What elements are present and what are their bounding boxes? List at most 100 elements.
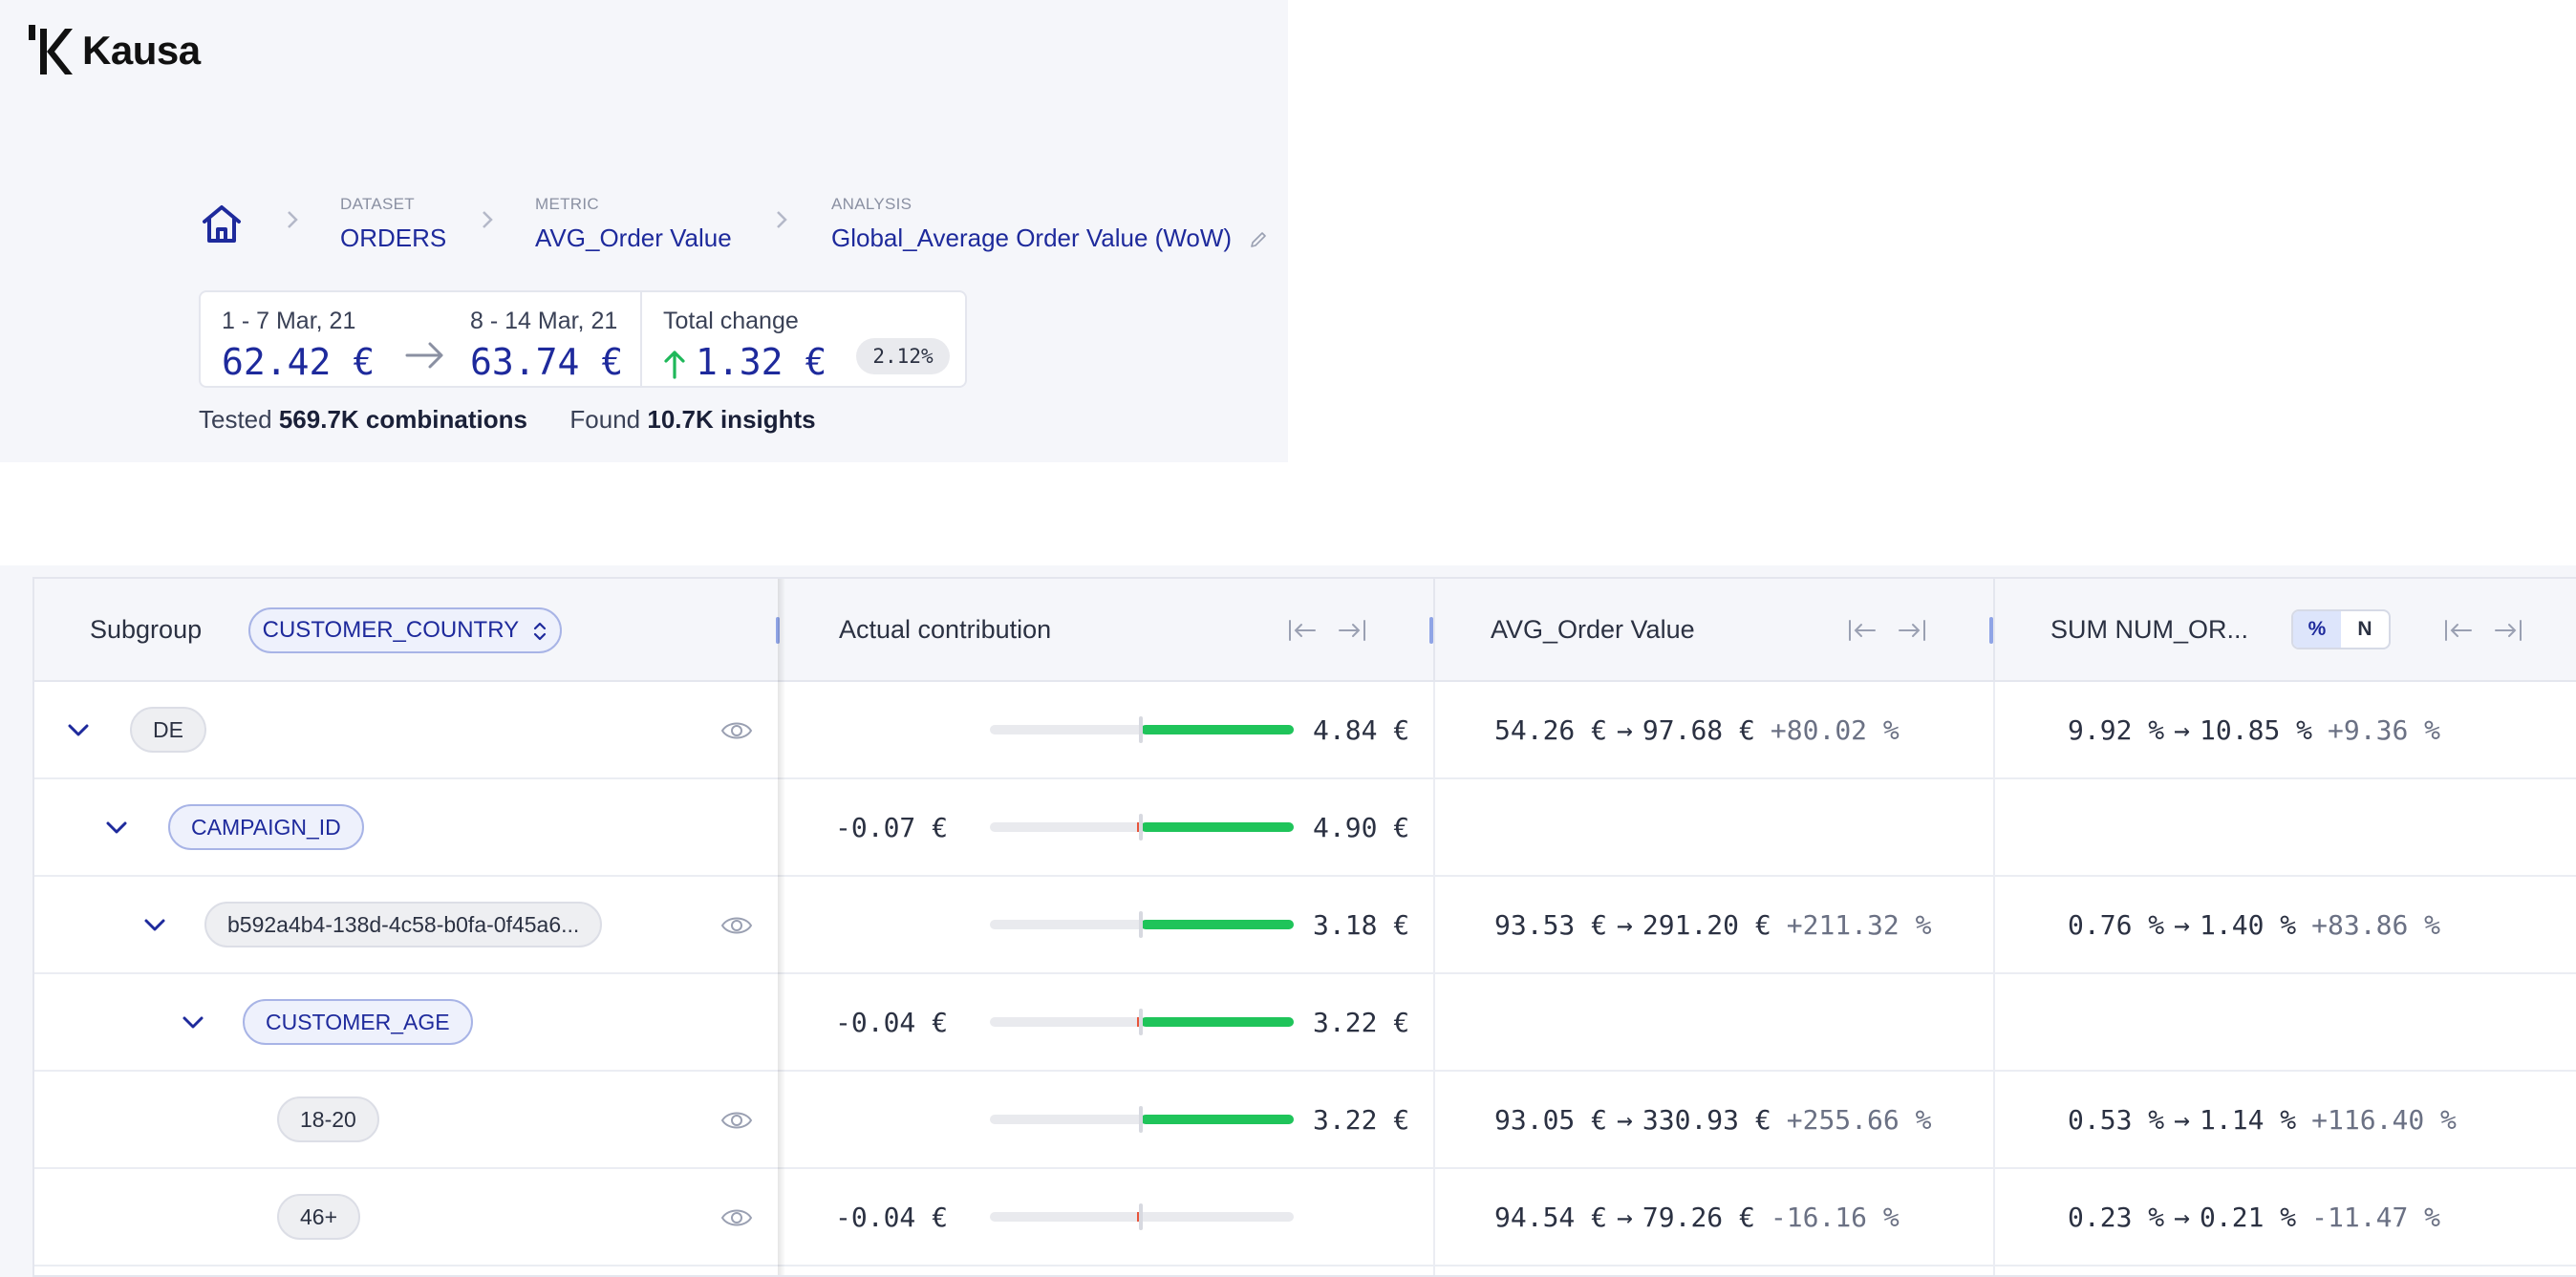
total-change-value: 1.32 €	[696, 341, 827, 383]
crumb-dataset-label: DATASET	[340, 195, 415, 213]
aov-cell-change: +80.02 %	[1770, 714, 1900, 746]
arrow-right-icon: →	[2174, 714, 2191, 746]
home-icon[interactable]	[199, 201, 245, 246]
header-panel: Kausa DATASET ORDERS METRIC AVG_Order Va…	[0, 0, 1288, 462]
crumb-dataset[interactable]: DATASET ORDERS	[340, 195, 446, 253]
chevron-down-icon[interactable]	[63, 714, 94, 745]
column-collapse-icons[interactable]	[1846, 615, 1928, 646]
dimension-tag[interactable]: CUSTOMER_AGE	[243, 999, 473, 1045]
orders-cell-to: 0.21 %	[2200, 1202, 2297, 1233]
contribution-positive-value: 4.84 €	[1313, 714, 1410, 746]
sticky-column-shadow	[778, 579, 785, 1275]
eye-icon[interactable]	[720, 1203, 753, 1232]
orders-cell-change: -11.47 %	[2311, 1202, 2441, 1233]
column-title-orders: SUM NUM_OR...	[2050, 615, 2249, 644]
period-2-label: 8 - 14 Mar, 21	[470, 308, 618, 334]
contribution-positive-value: 3.22 €	[1313, 1104, 1410, 1136]
card-divider	[640, 292, 642, 386]
group-by-select[interactable]: CUSTOMER_COUNTRY	[248, 607, 562, 653]
found-value: 10.7K insights	[647, 405, 816, 434]
app-name: Kausa	[82, 28, 201, 73]
contribution-bar-zero-marker	[1139, 1106, 1143, 1133]
arrow-right-icon: →	[2174, 909, 2191, 941]
collapse-right-icon[interactable]	[2495, 620, 2522, 641]
table-row[interactable]: 18-20 3.22 € 93.05 € → 330.93 € +255.66 % 0.53…	[34, 1072, 2576, 1169]
tested-prefix: Tested	[199, 405, 272, 434]
toggle-percent[interactable]: %	[2293, 611, 2341, 648]
column-title-contribution: Actual contribution	[839, 615, 1052, 644]
collapse-left-icon[interactable]	[1849, 620, 1876, 641]
crumb-metric-value[interactable]: AVG_Order Value	[535, 223, 732, 253]
aov-cell-from: 93.05 €	[1494, 1104, 1608, 1136]
collapse-right-icon[interactable]	[1339, 620, 1365, 641]
table-row[interactable]: 46+ -0.04 € 94.54 € → 79.26 € -16.16 % 0.23 % →…	[34, 1169, 2576, 1266]
crumb-metric[interactable]: METRIC AVG_Order Value	[535, 195, 732, 253]
segment-value-tag[interactable]: 46+	[277, 1194, 361, 1240]
chevron-right-icon	[483, 211, 493, 228]
sort-updown-icon	[534, 622, 547, 640]
eye-icon[interactable]	[720, 1106, 753, 1135]
crumb-dataset-value[interactable]: ORDERS	[340, 223, 446, 253]
column-collapse-icons[interactable]	[1286, 615, 1368, 646]
column-title-subgroup: Subgroup	[90, 615, 203, 644]
eye-icon[interactable]	[720, 911, 753, 940]
total-change-label: Total change	[663, 308, 799, 334]
chevron-down-icon[interactable]	[101, 812, 132, 842]
segment-value-tag[interactable]: 18-20	[277, 1096, 379, 1142]
collapse-left-icon[interactable]	[2445, 620, 2472, 641]
table-row[interactable]: CUSTOMER_AGE -0.04 € 3.22 €	[34, 974, 2576, 1072]
aov-cell-from: 93.53 €	[1494, 909, 1608, 941]
orders-cell: 0.76 % → 1.40 % +83.86 %	[2068, 909, 2440, 941]
period-2-value: 63.74 €	[470, 341, 624, 383]
crumb-analysis[interactable]: ANALYSIS Global_Average Order Value (WoW…	[831, 195, 1269, 253]
table-row[interactable]: DE 4.84 € 54.26 € → 97.68 € +80.02 % 9.92 % → 10…	[34, 682, 2576, 779]
column-divider	[1993, 579, 1995, 682]
collapse-right-icon[interactable]	[1899, 620, 1925, 641]
analysis-stats: Tested 569.7K combinations Found 10.7K i…	[199, 405, 816, 435]
segment-value-tag[interactable]: DE	[130, 707, 206, 753]
contribution-bar-zero-marker	[1139, 1203, 1143, 1230]
found-prefix: Found	[569, 405, 641, 434]
column-resize-handle[interactable]	[1429, 617, 1433, 644]
aov-cell-to: 291.20 €	[1642, 909, 1771, 941]
crumb-analysis-value[interactable]: Global_Average Order Value (WoW)	[831, 223, 1269, 253]
app-logo[interactable]: Kausa	[27, 23, 201, 78]
segment-value-tag[interactable]: b592a4b4-138d-4c58-b0fa-0f45a6...	[204, 902, 603, 947]
aov-cell-change: +255.66 %	[1786, 1104, 1932, 1136]
table-header: Subgroup CUSTOMER_COUNTRY Actual contrib…	[34, 579, 2576, 682]
table-row[interactable]: CAMPAIGN_ID -0.07 € 4.90 €	[34, 779, 2576, 877]
orders-cell-from: 9.92 %	[2068, 714, 2165, 746]
orders-cell-from: 0.76 %	[2068, 909, 2165, 941]
total-change-value-wrap: 1.32 €	[663, 341, 826, 383]
orders-cell: 0.23 % → 0.21 % -11.47 %	[2068, 1202, 2440, 1233]
percent-number-toggle[interactable]: % N	[2291, 609, 2391, 649]
pencil-icon[interactable]	[1248, 229, 1269, 250]
period-1-value: 62.42 €	[222, 341, 376, 383]
kausa-k-logo-icon	[29, 25, 73, 74]
toggle-number[interactable]: N	[2341, 611, 2389, 648]
arrow-right-icon: →	[1617, 714, 1633, 746]
chevron-right-icon	[288, 211, 298, 228]
column-resize-handle[interactable]	[1989, 617, 1993, 644]
chevron-down-icon[interactable]	[178, 1007, 208, 1037]
crumb-metric-label: METRIC	[535, 195, 599, 213]
orders-cell-from: 0.23 %	[2068, 1202, 2165, 1233]
insights-table: Subgroup CUSTOMER_COUNTRY Actual contrib…	[32, 577, 2576, 1277]
contribution-positive-value: 3.22 €	[1313, 1007, 1410, 1038]
contribution-negative-value: -0.07 €	[835, 812, 949, 843]
aov-cell-change: -16.16 %	[1770, 1202, 1900, 1233]
aov-cell-from: 94.54 €	[1494, 1202, 1608, 1233]
orders-cell: 0.53 % → 1.14 % +116.40 %	[2068, 1104, 2457, 1136]
contribution-bar-positive	[1141, 1017, 1294, 1027]
collapse-left-icon[interactable]	[1289, 620, 1316, 641]
eye-icon[interactable]	[720, 716, 753, 745]
tested-value: 569.7K combinations	[278, 405, 527, 434]
chevron-down-icon[interactable]	[140, 909, 170, 940]
orders-cell-to: 10.85 %	[2200, 714, 2313, 746]
table-row[interactable]: b592a4b4-138d-4c58-b0fa-0f45a6... 3.18 € 9…	[34, 877, 2576, 974]
crumb-analysis-label: ANALYSIS	[831, 195, 912, 213]
column-collapse-icons[interactable]	[2442, 615, 2524, 646]
orders-cell: 9.92 % → 10.85 % +9.36 %	[2068, 714, 2440, 746]
dimension-tag[interactable]: CAMPAIGN_ID	[168, 804, 364, 850]
crumb-analysis-text[interactable]: Global_Average Order Value (WoW)	[831, 223, 1232, 252]
